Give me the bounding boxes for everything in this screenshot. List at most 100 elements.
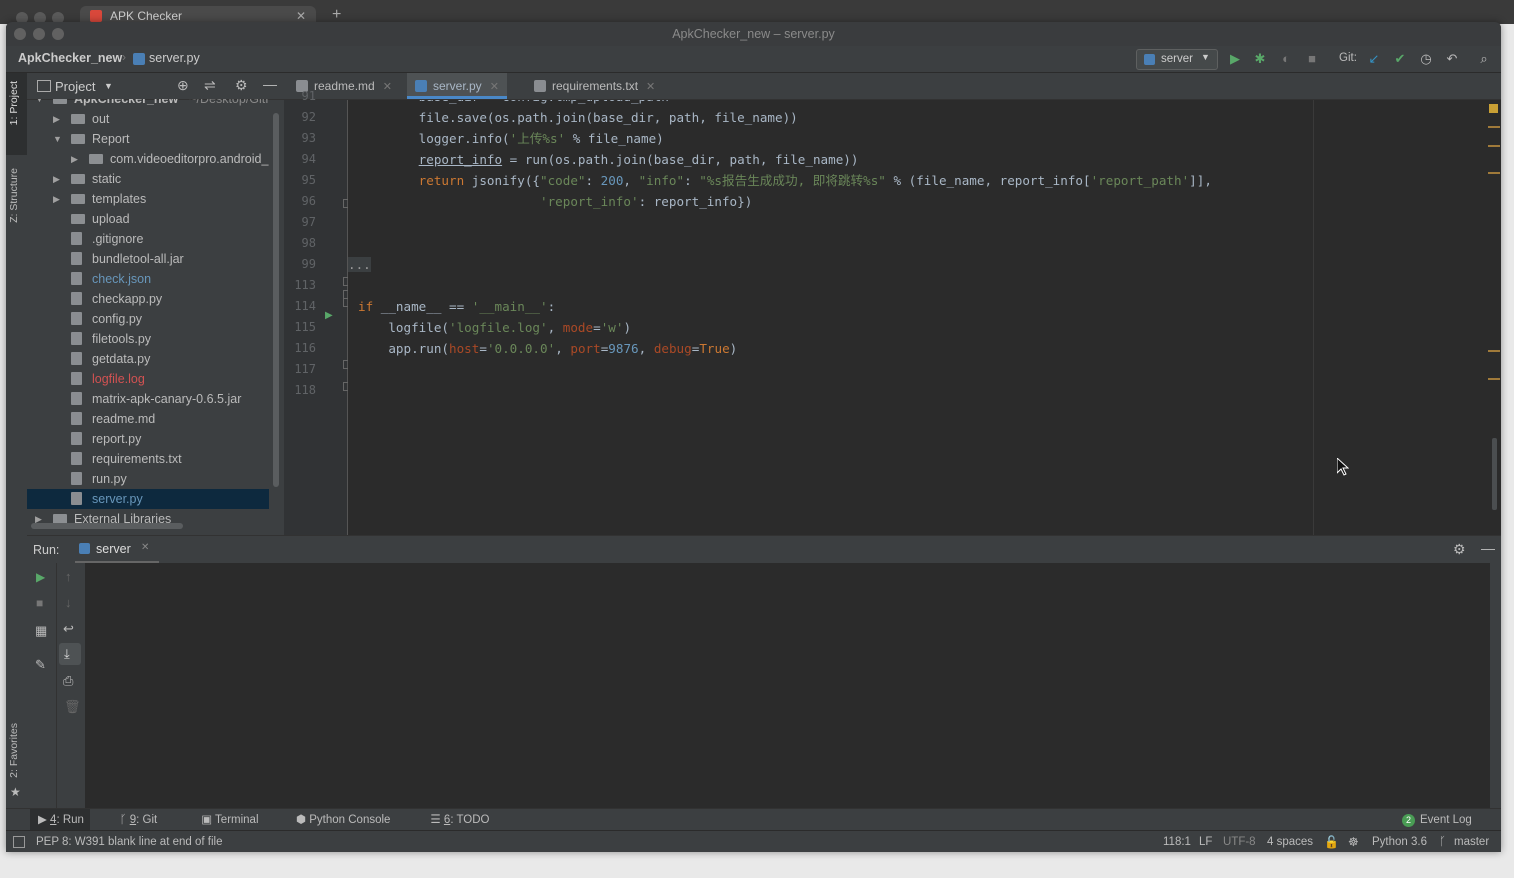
print-icon[interactable]: ⎙ (63, 673, 73, 689)
run-gutter-icon[interactable]: ▶ (325, 310, 333, 321)
window-close-button[interactable] (14, 28, 26, 40)
tree-folder[interactable]: ▶ templates (27, 189, 269, 209)
run-console[interactable] (85, 563, 1490, 808)
search-icon[interactable]: ⌕ (1476, 51, 1492, 67)
breadcrumb-project[interactable]: ApkChecker_new (18, 51, 122, 65)
soft-wrap-icon[interactable]: ↩ (63, 621, 74, 637)
editor-scroll-thumb[interactable] (1492, 438, 1497, 510)
tree-file[interactable]: server.py (27, 489, 269, 509)
coverage-icon[interactable]: ◐ (1278, 51, 1294, 67)
side-tab-favorites[interactable]: 2: Favorites (8, 723, 20, 778)
editor-error-stripe[interactable] (1488, 100, 1501, 535)
project-view-title[interactable]: Project (55, 79, 95, 94)
layout-icon[interactable]: ▦ (35, 623, 47, 639)
run-tab-server[interactable]: server ✕ (75, 536, 159, 563)
close-icon[interactable]: ✕ (141, 542, 149, 553)
file-encoding[interactable]: UTF-8 (1223, 831, 1256, 852)
git-update-icon[interactable]: ↙ (1366, 51, 1382, 67)
tree-file[interactable]: requirements.txt (27, 449, 269, 469)
close-icon[interactable]: ✕ (383, 81, 392, 93)
chevron-down-icon[interactable]: ▼ (53, 129, 62, 149)
code-line[interactable]: if __name__ == '__main__': (358, 296, 555, 317)
git-branch[interactable]: master (1454, 831, 1489, 852)
tree-folder[interactable]: ▼ Report (27, 129, 269, 149)
inspector-icon[interactable]: ☸ (1348, 831, 1359, 852)
tree-folder[interactable]: upload (27, 209, 269, 229)
editor-tab[interactable]: server.py ✕ (407, 73, 507, 99)
console-scrollbar[interactable] (1490, 563, 1501, 808)
tree-file[interactable]: filetools.py (27, 329, 269, 349)
project-horizontal-scrollbar[interactable] (31, 523, 183, 529)
breadcrumb-file[interactable]: server.py (149, 51, 200, 65)
tree-file[interactable]: .gitignore (27, 229, 269, 249)
code-line[interactable]: file.save(os.path.join(base_dir, path, f… (358, 107, 798, 128)
gear-icon[interactable]: ⚙ (1453, 541, 1466, 558)
indent-setting[interactable]: 4 spaces (1267, 831, 1313, 852)
code-line[interactable]: report_info = run(os.path.join(base_dir,… (358, 149, 859, 170)
tree-folder[interactable]: ▶ static (27, 169, 269, 189)
code-line[interactable]: ... (348, 254, 371, 275)
debug-icon[interactable]: ✱ (1252, 51, 1268, 67)
chevron-right-icon[interactable]: ▶ (53, 109, 60, 129)
git-history-icon[interactable]: ◷ (1418, 51, 1434, 67)
collapse-all-icon[interactable]: ⇌ (204, 77, 216, 94)
toolwindow-tab[interactable]: ▣ Terminal (193, 809, 264, 831)
tree-folder[interactable]: ▼ ApkChecker_new ~/Desktop/GitH (27, 99, 269, 109)
panel-toggle-icon[interactable] (13, 836, 25, 848)
code-line[interactable]: app.run(host='0.0.0.0', port=9876, debug… (358, 338, 737, 359)
chevron-right-icon[interactable]: ▶ (53, 169, 60, 189)
lock-icon[interactable]: 🔓 (1324, 831, 1339, 852)
tree-file[interactable]: matrix-apk-canary-0.6.5.jar (27, 389, 269, 409)
scroll-to-end-toggle[interactable]: ⤓ (59, 643, 81, 665)
close-icon[interactable]: ✕ (490, 81, 499, 93)
rerun-icon[interactable]: ▶ (36, 570, 45, 584)
window-zoom-button[interactable] (52, 28, 64, 40)
chevron-down-icon[interactable]: ▼ (35, 99, 44, 109)
tree-folder[interactable]: ▶ out (27, 109, 269, 129)
interpreter[interactable]: Python 3.6 (1372, 831, 1427, 852)
run-icon[interactable]: ▶ (1227, 51, 1243, 67)
tree-file[interactable]: bundletool-all.jar (27, 249, 269, 269)
pin-icon[interactable]: ✎ (35, 657, 46, 673)
toolwindow-tab[interactable]: ☰ 6: TODO (422, 809, 495, 831)
status-message[interactable]: PEP 8: W391 blank line at end of file (36, 831, 222, 852)
chevron-down-icon[interactable]: ▼ (104, 81, 113, 91)
code-line[interactable]: 'report_info': report_info}) (358, 191, 752, 212)
tree-file[interactable]: checkapp.py (27, 289, 269, 309)
trash-icon[interactable]: 🗑 (64, 699, 81, 715)
hide-panel-icon[interactable]: — (263, 76, 277, 92)
side-tab-project[interactable]: 1: Project (8, 81, 20, 125)
tree-file[interactable]: check.json (27, 269, 269, 289)
toolwindow-tab[interactable]: ⬢ Python Console (288, 809, 396, 831)
tree-file[interactable]: run.py (27, 469, 269, 489)
code-line[interactable]: logger.info('上传%s' % file_name) (358, 128, 664, 149)
code-line[interactable]: logfile('logfile.log', mode='w') (358, 317, 631, 338)
editor-tab[interactable]: requirements.txt ✕ (526, 73, 663, 99)
chevron-right-icon[interactable]: ▶ (53, 189, 60, 209)
arrow-down-icon[interactable]: ↓ (65, 595, 72, 610)
tree-file[interactable]: readme.md (27, 409, 269, 429)
toolwindow-tab[interactable]: ᚴ 9: Git (112, 809, 164, 831)
tree-file[interactable]: config.py (27, 309, 269, 329)
tree-file[interactable]: logfile.log (27, 369, 269, 389)
hide-panel-icon[interactable]: — (1481, 540, 1495, 556)
close-icon[interactable]: ✕ (646, 81, 655, 93)
stop-icon[interactable]: ■ (36, 596, 43, 610)
side-tab-structure[interactable]: Z: Structure (8, 168, 20, 223)
chevron-right-icon[interactable]: ▶ (71, 149, 78, 169)
line-separator[interactable]: LF (1199, 831, 1212, 852)
git-rollback-icon[interactable]: ↶ (1444, 51, 1460, 67)
code-line[interactable]: return jsonify({"code": 200, "info": "%s… (358, 170, 1212, 191)
code-line[interactable]: base_dir = config.tmp_upload_path (358, 100, 669, 107)
warning-icon[interactable] (1489, 104, 1498, 113)
window-minimize-button[interactable] (33, 28, 45, 40)
tree-file[interactable]: report.py (27, 429, 269, 449)
git-commit-icon[interactable]: ✔ (1392, 51, 1408, 67)
gear-icon[interactable]: ⚙ (235, 77, 248, 94)
stop-icon[interactable]: ■ (1304, 51, 1320, 67)
toolwindow-tab[interactable]: ▶ 4: Run (30, 809, 90, 831)
caret-position[interactable]: 118:1 (1163, 831, 1191, 852)
event-log-tab[interactable]: 2 Event Log (1402, 809, 1472, 831)
arrow-up-icon[interactable]: ↑ (65, 569, 72, 584)
tree-file[interactable]: getdata.py (27, 349, 269, 369)
